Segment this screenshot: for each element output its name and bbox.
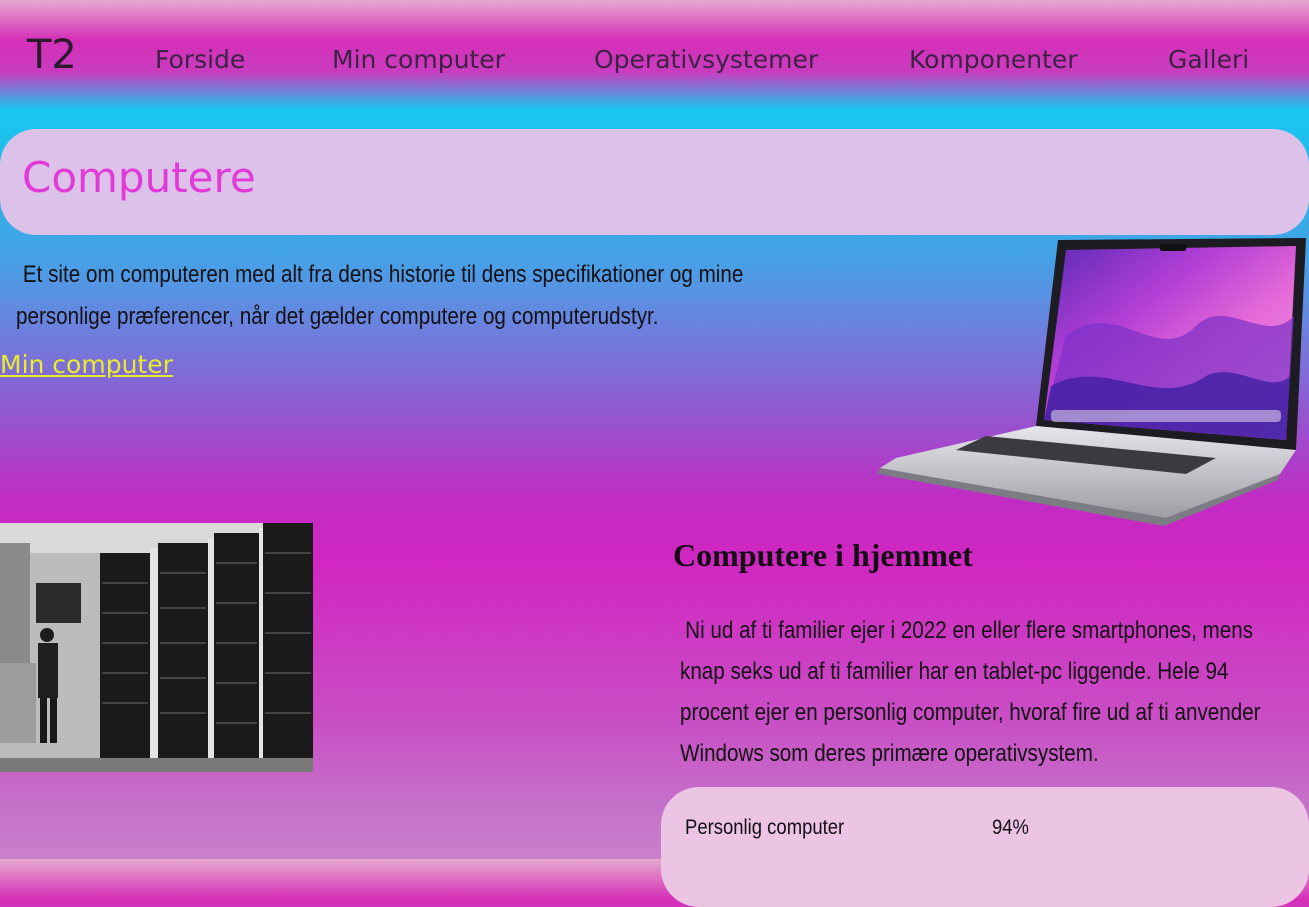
- top-nav: T2 Forside Min computer Operativsystemer…: [0, 0, 1309, 122]
- nav-link-operativsystemer[interactable]: Operativsystemer: [594, 45, 818, 75]
- nav-link-forside[interactable]: Forside: [155, 45, 245, 75]
- stat-label: Personlig computer: [685, 816, 845, 839]
- intro-text: Et site om computeren med alt fra dens h…: [16, 261, 744, 330]
- laptop-image: [876, 236, 1306, 526]
- site-logo[interactable]: T2: [27, 35, 77, 75]
- page-title: Computere: [22, 153, 256, 202]
- stats-table: [661, 787, 1309, 907]
- min-computer-link[interactable]: Min computer: [0, 350, 173, 380]
- nav-link-komponenter[interactable]: Komponenter: [909, 45, 1078, 75]
- nav-link-galleri[interactable]: Galleri: [1168, 45, 1249, 75]
- section-text-home-computers: Ni ud af ti familier ejer i 2022 en elle…: [680, 617, 1261, 767]
- stat-value: 94%: [992, 816, 1029, 839]
- section-title-home-computers: Computere i hjemmet: [673, 537, 973, 573]
- nav-link-min-computer[interactable]: Min computer: [332, 45, 505, 75]
- server-room-image: [0, 523, 313, 772]
